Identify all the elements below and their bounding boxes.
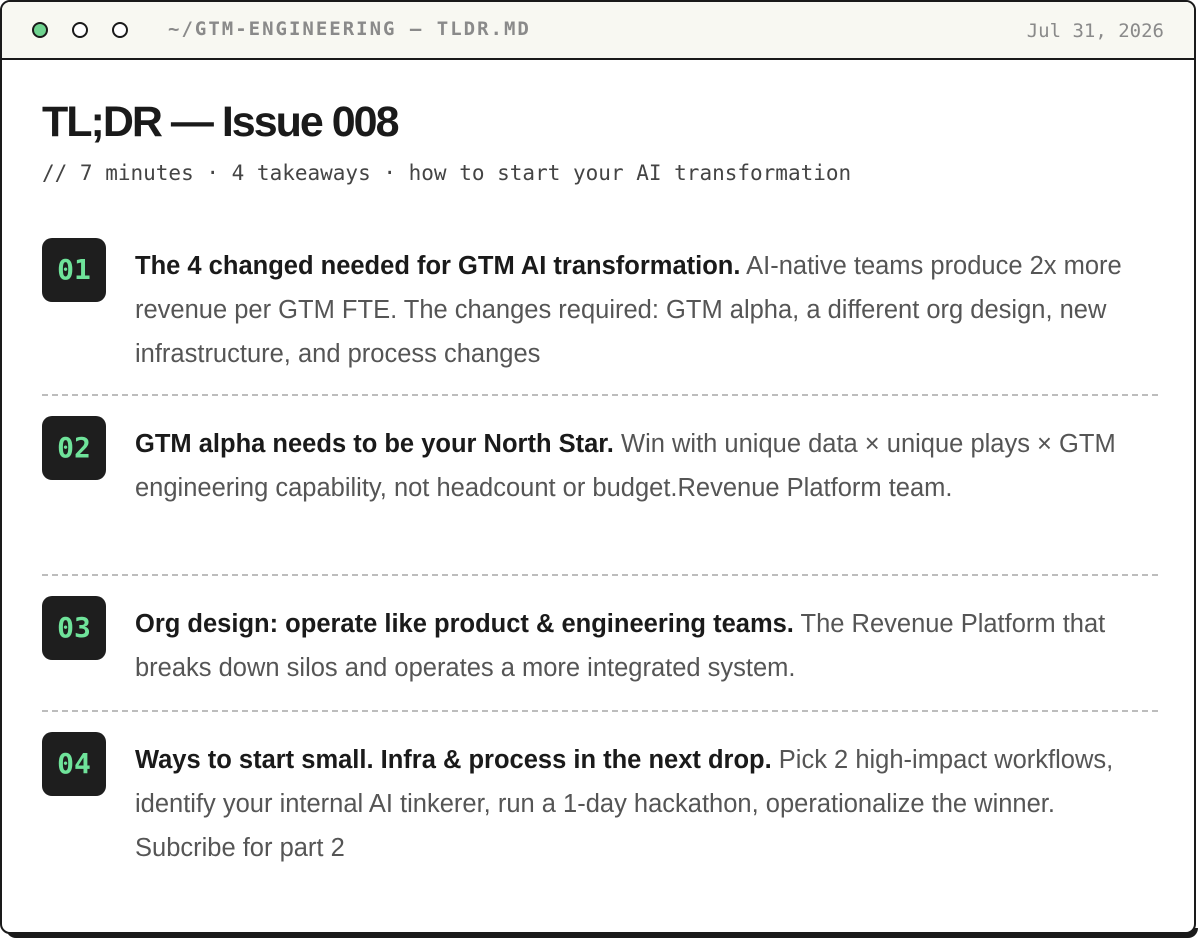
item-text: GTM alpha needs to be your North Star. W…	[135, 396, 1158, 510]
item-number-badge: 01	[42, 238, 106, 302]
takeaway-list: 01 The 4 changed needed for GTM AI trans…	[42, 236, 1158, 872]
window-dot-icon[interactable]	[72, 22, 88, 38]
window-date: Jul 31, 2026	[1026, 20, 1164, 42]
window-dot-green-icon[interactable]	[32, 22, 48, 38]
page-subtitle: // 7 minutes · 4 takeaways · how to star…	[42, 161, 852, 185]
list-item: 01 The 4 changed needed for GTM AI trans…	[42, 236, 1158, 396]
item-headline: The 4 changed needed for GTM AI transfor…	[135, 252, 741, 280]
item-headline: GTM alpha needs to be your North Star.	[135, 430, 614, 458]
item-text: Ways to start small. Infra & process in …	[135, 712, 1158, 870]
item-number-badge: 02	[42, 416, 106, 480]
window-title: ~/GTM-ENGINEERING — TLDR.MD	[168, 18, 531, 40]
item-headline: Org design: operate like product & engin…	[135, 610, 794, 638]
item-text: Org design: operate like product & engin…	[135, 576, 1158, 690]
item-headline: Ways to start small. Infra & process in …	[135, 746, 772, 774]
window-dot-icon[interactable]	[112, 22, 128, 38]
item-number-badge: 04	[42, 732, 106, 796]
app-window: ~/GTM-ENGINEERING — TLDR.MD Jul 31, 2026…	[0, 0, 1196, 934]
list-item: 02 GTM alpha needs to be your North Star…	[42, 396, 1158, 576]
item-text: The 4 changed needed for GTM AI transfor…	[135, 236, 1158, 376]
list-item: 04 Ways to start small. Infra & process …	[42, 712, 1158, 872]
list-item: 03 Org design: operate like product & en…	[42, 576, 1158, 712]
title-bar: ~/GTM-ENGINEERING — TLDR.MD Jul 31, 2026	[2, 2, 1194, 60]
page-title: TL;DR — Issue 008	[42, 98, 399, 146]
item-number-badge: 03	[42, 596, 106, 660]
